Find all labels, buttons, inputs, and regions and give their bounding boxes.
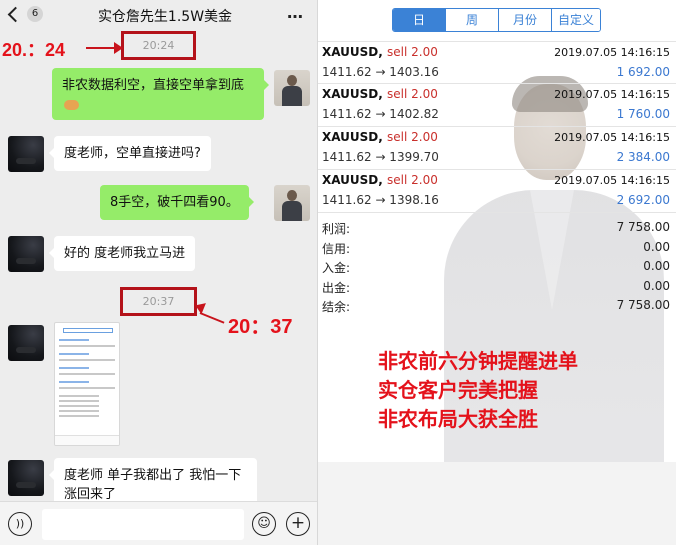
summary-label: 结余: [322,300,351,314]
message-text: 好的 度老师我立马进 [64,246,186,261]
avatar-contact[interactable] [8,136,44,172]
trade-row[interactable]: XAUUSD, sell 2.00 2019.07.05 14:16:15 14… [318,170,676,213]
message-bubble-me: 8手空，破千四看90。 [100,185,254,220]
trade-history-panel: 日 周 月份 自定义 XAUUSD, sell 2.00 2019.07.05 … [318,0,676,545]
image-message-thumbnail[interactable] [54,322,120,446]
chat-header: 6 实仓詹先生1.5W美金 … [0,0,318,32]
summary-label: 利润: [322,222,351,236]
avatar-me[interactable] [274,185,310,221]
promo-line: 非农前六分钟提醒进单 [378,351,578,373]
chat-panel: 6 实仓詹先生1.5W美金 … 20:24 20.：24 非农数据利空，直接空单… [0,0,318,545]
voice-icon[interactable]: )) [8,512,32,536]
summary-row-withdrawal: 出金: 0.00 [318,277,676,297]
time-annotation-2: 20：37 [228,316,293,338]
message-text: 非农数据利空，直接空单拿到底 [62,78,245,93]
summary-label: 入金: [322,261,351,275]
tab-week[interactable]: 周 [446,9,499,31]
chevron-left-icon [7,6,24,22]
unread-badge: 6 [27,6,43,22]
trade-symbol: XAUUSD, [322,173,383,187]
trade-symbol: XAUUSD, [322,45,383,59]
trade-datetime: 2019.07.05 14:16:15 [554,88,670,101]
summary-value: 7 758.00 [616,298,670,312]
summary-value: 7 758.00 [616,220,670,234]
message-text: 度老师 单子我都出了 我怕一下涨回来了 [64,468,242,502]
tab-month[interactable]: 月份 [499,9,552,31]
chat-input-bar: )) ☺ + [0,501,318,545]
summary-value: 0.00 [643,259,670,273]
avatar-contact[interactable] [8,236,44,272]
account-summary: 利润: 7 758.00 信用: 0.00 入金: 0.00 出金: 0.00 … [318,218,676,316]
more-icon[interactable]: … [287,3,304,22]
summary-row-deposit: 入金: 0.00 [318,257,676,277]
trade-list: XAUUSD, sell 2.00 2019.07.05 14:16:15 14… [318,41,676,213]
avatar-contact[interactable] [8,460,44,496]
annotation-arrow-2 [199,312,225,324]
message-text: 度老师，空单直接进吗? [64,146,201,161]
trade-row[interactable]: XAUUSD, sell 2.00 2019.07.05 14:16:15 14… [318,127,676,170]
message-bubble-contact: 好的 度老师我立马进 [48,236,196,271]
message-bubble-me: 非农数据利空，直接空单拿到底 [52,68,269,120]
summary-row-balance: 结余: 7 758.00 [318,296,676,316]
tab-day[interactable]: 日 [393,9,446,31]
promo-line: 非农布局大获全胜 [378,409,538,431]
trade-prices: 1411.62 → 1399.70 [322,150,439,164]
trade-row[interactable]: XAUUSD, sell 2.00 2019.07.05 14:16:15 14… [318,41,676,84]
trade-side: sell 2.00 [387,130,438,144]
trade-row[interactable]: XAUUSD, sell 2.00 2019.07.05 14:16:15 14… [318,84,676,127]
time-annotation-1: 20.：24 [2,40,66,60]
message-bubble-contact: 度老师，空单直接进吗? [49,136,211,171]
trade-prices: 1411.62 → 1398.16 [322,193,439,207]
arrow-head-1 [114,42,123,54]
promo-caption: 非农前六分钟提醒进单 实仓客户完美把握 非农布局大获全胜 [378,348,578,435]
summary-label: 出金: [322,280,351,295]
trade-profit: 2 692.00 [616,193,670,207]
trade-prices: 1411.62 → 1403.16 [322,65,439,79]
trade-profit: 1 692.00 [616,65,670,79]
message-input[interactable] [42,509,244,540]
egg-emoji-icon [64,99,79,110]
trade-profit: 1 760.00 [616,107,670,121]
timestamp-1: 20:24 [142,39,175,52]
trade-datetime: 2019.07.05 14:16:15 [554,174,670,187]
period-tabs: 日 周 月份 自定义 [392,8,601,32]
back-button[interactable]: 6 [6,6,43,22]
trade-profit: 2 384.00 [616,150,670,164]
avatar-contact[interactable] [8,325,44,361]
trade-symbol: XAUUSD, [322,130,383,144]
chat-title: 实仓詹先生1.5W美金 [97,9,233,25]
summary-label: 信用: [322,241,351,256]
summary-value: 0.00 [643,239,670,254]
emoji-icon[interactable]: ☺ [252,512,276,536]
trade-datetime: 2019.07.05 14:16:15 [554,131,670,144]
trade-symbol: XAUUSD, [322,87,383,101]
promo-line: 实仓客户完美把握 [378,380,538,402]
trade-prices: 1411.62 → 1402.82 [322,107,439,121]
avatar-me[interactable] [274,70,310,106]
summary-value: 0.00 [643,278,670,293]
message-text: 8手空，破千四看90。 [110,195,239,210]
trade-side: sell 2.00 [387,87,438,101]
trade-datetime: 2019.07.05 14:16:15 [554,46,670,59]
trade-side: sell 2.00 [387,173,438,187]
tab-custom[interactable]: 自定义 [552,9,600,31]
timestamp-2: 20:37 [142,295,175,308]
plus-icon[interactable]: + [286,512,310,536]
trade-side: sell 2.00 [387,45,438,59]
summary-row-credit: 信用: 0.00 [318,238,676,258]
message-bubble-contact: 度老师 单子我都出了 我怕一下涨回来了 [49,458,257,506]
summary-row-profit: 利润: 7 758.00 [318,218,676,238]
